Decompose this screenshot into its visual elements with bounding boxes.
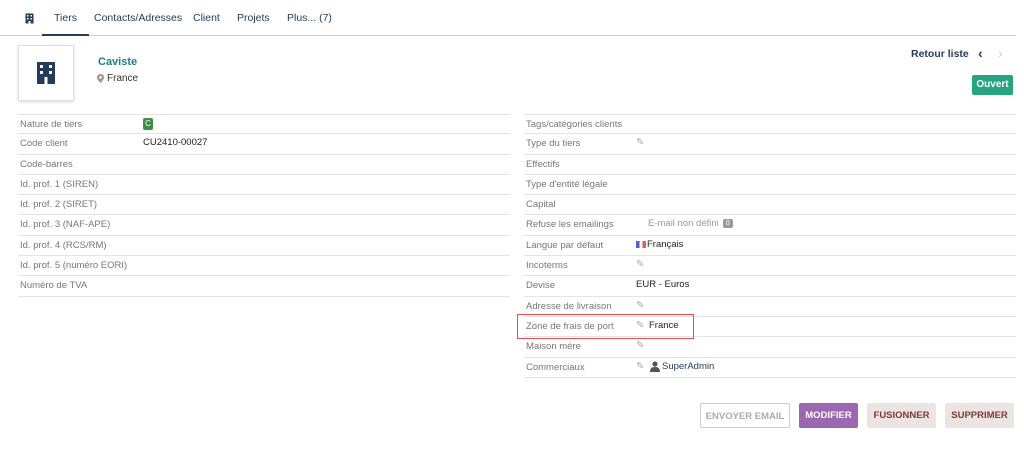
field-value: EUR - Euros bbox=[636, 279, 690, 291]
country-label: France bbox=[107, 73, 139, 84]
field-label: Incoterms bbox=[526, 260, 568, 272]
send-email-button[interactable]: ENVOYER EMAIL bbox=[700, 403, 790, 428]
merge-button[interactable]: FUSIONNER bbox=[867, 403, 936, 428]
user-icon bbox=[650, 360, 660, 372]
field-label: Id. prof. 4 (RCS/RM) bbox=[20, 239, 107, 251]
field-label: Effectifs bbox=[526, 158, 560, 170]
field-row-siret: Id. prof. 2 (SIRET) bbox=[18, 195, 510, 216]
left-field-table: Nature de tiers C Code client CU2410-000… bbox=[18, 114, 510, 297]
field-row-nature: Nature de tiers C bbox=[18, 114, 510, 135]
pencil-icon[interactable]: ✎ bbox=[636, 361, 648, 372]
field-label: Type d'entité légale bbox=[526, 178, 608, 190]
field-row-eori: Id. prof. 5 (numéro EORI) bbox=[18, 256, 510, 277]
field-label: Type du tiers bbox=[526, 138, 581, 150]
field-label: Id. prof. 5 (numéro EORI) bbox=[20, 260, 128, 272]
pencil-icon[interactable]: ✎ bbox=[636, 300, 648, 311]
field-row-devise: Devise EUR - Euros bbox=[524, 276, 1016, 297]
field-label: Devise bbox=[526, 280, 556, 292]
french-flag-icon bbox=[636, 240, 646, 248]
company-name: Caviste bbox=[98, 56, 138, 68]
field-label: Langue par défaut bbox=[526, 239, 604, 251]
pencil-icon[interactable]: ✎ bbox=[636, 340, 648, 351]
field-label: Capital bbox=[526, 199, 556, 211]
company-logo[interactable] bbox=[18, 45, 74, 101]
retour-liste-link[interactable]: Retour liste bbox=[911, 48, 969, 60]
field-value: Français bbox=[647, 238, 684, 250]
field-row-tags: Tags/catégories clients bbox=[524, 114, 1016, 135]
field-label: Refuse les emailings bbox=[526, 219, 614, 231]
status-badge: Ouvert bbox=[972, 75, 1013, 95]
field-label: Commerciaux bbox=[526, 361, 585, 373]
field-row-commerciaux: Commerciaux ✎ SuperAdmin bbox=[524, 358, 1016, 378]
count-badge: 0 bbox=[722, 219, 733, 229]
tab-home-building[interactable] bbox=[20, 0, 38, 36]
pencil-icon[interactable]: ✎ bbox=[636, 259, 648, 270]
map-marker-icon bbox=[97, 74, 104, 83]
field-row-capital: Capital bbox=[524, 195, 1016, 216]
tab-client[interactable]: Client bbox=[193, 0, 220, 36]
building-icon bbox=[25, 13, 33, 24]
field-row-effectifs: Effectifs bbox=[524, 155, 1016, 175]
field-value: E-mail non défini bbox=[648, 218, 719, 230]
customer-type-badge: C bbox=[143, 118, 153, 130]
field-label: Id. prof. 3 (NAF-APE) bbox=[20, 219, 111, 231]
field-label: Code-barres bbox=[20, 158, 73, 170]
field-row-rcs-rm: Id. prof. 4 (RCS/RM) bbox=[18, 236, 510, 257]
field-row-siren: Id. prof. 1 (SIREN) bbox=[18, 175, 510, 196]
next-record-icon[interactable]: › bbox=[998, 45, 1003, 61]
field-row-code-client: Code client CU2410-00027 bbox=[18, 134, 510, 155]
tab-plus[interactable]: Plus... (7) bbox=[287, 0, 332, 36]
tab-contacts-adresses[interactable]: Contacts/Adresses bbox=[94, 0, 182, 36]
field-row-tva: Numéro de TVA bbox=[18, 276, 510, 297]
field-label: Id. prof. 2 (SIRET) bbox=[20, 199, 98, 211]
field-row-maison-mere: Maison mère ✎ bbox=[524, 337, 1016, 358]
field-label: Adresse de livraison bbox=[526, 300, 612, 312]
tab-tiers[interactable]: Tiers bbox=[42, 0, 89, 36]
field-row-type-tiers: Type du tiers ✎ bbox=[524, 134, 1016, 155]
field-row-naf-ape: Id. prof. 3 (NAF-APE) bbox=[18, 215, 510, 236]
field-value: CU2410-00027 bbox=[143, 137, 208, 149]
tab-projets[interactable]: Projets bbox=[237, 0, 270, 36]
field-row-incoterms: Incoterms ✎ bbox=[524, 256, 1016, 277]
modify-button[interactable]: MODIFIER bbox=[799, 403, 858, 428]
previous-record-icon[interactable]: ‹ bbox=[978, 45, 983, 61]
field-row-type-entite: Type d'entité légale bbox=[524, 175, 1016, 196]
field-label: Id. prof. 1 (SIREN) bbox=[20, 178, 99, 190]
field-label: Code client bbox=[20, 138, 68, 150]
field-row-refuse-emailings: Refuse les emailings E-mail non défini 0 bbox=[524, 215, 1016, 236]
tab-bar: Tiers Contacts/Adresses Client Projets P… bbox=[0, 0, 1016, 36]
building-icon bbox=[37, 62, 55, 84]
pencil-icon[interactable]: ✎ bbox=[636, 137, 648, 148]
field-label: Nature de tiers bbox=[20, 119, 83, 130]
field-label: Numéro de TVA bbox=[20, 280, 88, 292]
commercial-link[interactable]: SuperAdmin bbox=[662, 361, 714, 372]
field-label: Maison mère bbox=[526, 341, 581, 353]
delete-button[interactable]: SUPPRIMER bbox=[945, 403, 1014, 428]
field-row-code-barres: Code-barres bbox=[18, 155, 510, 175]
company-country: France bbox=[97, 73, 138, 84]
field-row-langue: Langue par défaut Français bbox=[524, 236, 1016, 257]
highlight-box bbox=[517, 314, 694, 339]
field-label: Tags/catégories clients bbox=[526, 119, 623, 130]
